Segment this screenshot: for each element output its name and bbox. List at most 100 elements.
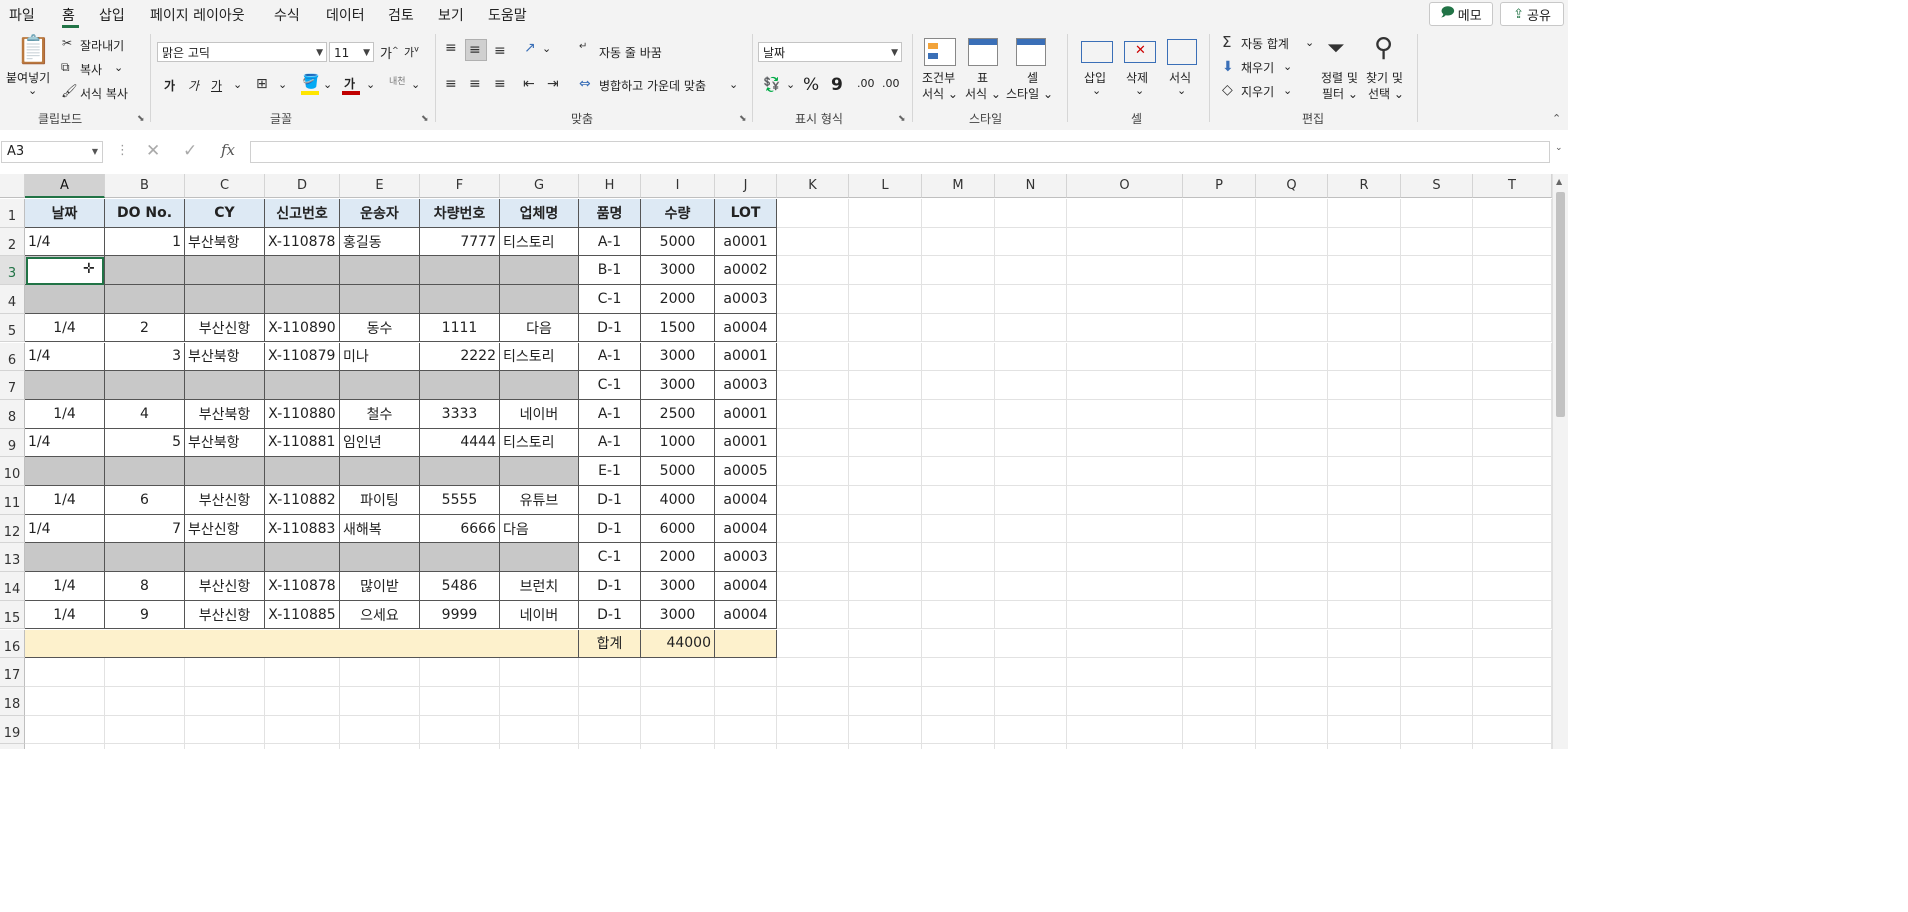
- row-header-4[interactable]: 4: [0, 285, 25, 314]
- cell-m6[interactable]: [922, 342, 995, 372]
- cell-d17[interactable]: [265, 658, 340, 687]
- cell-j9[interactable]: a0001: [715, 428, 777, 458]
- column-header-r[interactable]: R: [1328, 174, 1401, 198]
- find-select-button[interactable]: 찾기 및: [1366, 69, 1403, 86]
- cell-t17[interactable]: [1473, 658, 1552, 687]
- font-color-button[interactable]: 가: [344, 75, 355, 92]
- orientation-dropdown-icon[interactable]: ⌄: [542, 42, 551, 55]
- cell-p15[interactable]: [1183, 600, 1256, 630]
- cell-l9[interactable]: [849, 428, 922, 458]
- cell-j17[interactable]: [715, 658, 777, 687]
- cell-e15[interactable]: 으세요: [340, 600, 420, 630]
- cell-a11[interactable]: 1/4: [25, 486, 105, 515]
- cell-p6[interactable]: [1183, 342, 1256, 372]
- cell-q18[interactable]: [1256, 686, 1328, 716]
- cell-e4[interactable]: [340, 285, 420, 314]
- cell-p10[interactable]: [1183, 457, 1256, 486]
- share-button[interactable]: ⇪ 공유: [1500, 2, 1564, 26]
- fill-dropdown-icon[interactable]: ⌄: [323, 78, 332, 91]
- cell-m5[interactable]: [922, 313, 995, 343]
- column-header-l[interactable]: L: [849, 174, 922, 198]
- cell-g9[interactable]: 티스토리: [500, 428, 579, 458]
- cell-l18[interactable]: [849, 686, 922, 716]
- cell-e1[interactable]: 운송자: [340, 199, 420, 228]
- cell-b10[interactable]: [105, 457, 185, 486]
- cell-s20[interactable]: [1401, 744, 1473, 749]
- copy-dropdown-icon[interactable]: ⌄: [114, 61, 123, 74]
- cell-r18[interactable]: [1328, 686, 1401, 716]
- paste-dropdown-icon[interactable]: ⌄: [28, 84, 37, 97]
- merge-center-button[interactable]: 병합하고 가운데 맞춤: [599, 77, 706, 94]
- cell-n8[interactable]: [995, 399, 1067, 429]
- cell-f15[interactable]: 9999: [420, 600, 500, 630]
- cell-a8[interactable]: 1/4: [25, 399, 105, 429]
- cell-o13[interactable]: [1067, 543, 1183, 573]
- cell-d4[interactable]: [265, 285, 340, 314]
- cell-q10[interactable]: [1256, 457, 1328, 486]
- cell-c2[interactable]: 부산북항: [185, 227, 265, 257]
- cell-g12[interactable]: 다음: [500, 514, 579, 544]
- cell-l14[interactable]: [849, 572, 922, 601]
- cell-r3[interactable]: [1328, 256, 1401, 286]
- cell-a13[interactable]: [25, 543, 105, 573]
- cell-h8[interactable]: A-1: [579, 399, 641, 429]
- cell-b19[interactable]: [105, 715, 185, 745]
- cell-d20[interactable]: [265, 744, 340, 749]
- cell-p12[interactable]: [1183, 514, 1256, 544]
- cell-g17[interactable]: [500, 658, 579, 687]
- cell-q16[interactable]: [1256, 629, 1328, 659]
- cell-c6[interactable]: 부산북항: [185, 342, 265, 372]
- cell-r15[interactable]: [1328, 600, 1401, 630]
- cell-h3[interactable]: B-1: [579, 256, 641, 286]
- cell-a14[interactable]: 1/4: [25, 572, 105, 601]
- cell-r1[interactable]: [1328, 199, 1401, 228]
- conditional-format-button[interactable]: 조건부: [922, 69, 955, 86]
- row-header-2[interactable]: 2: [0, 227, 25, 257]
- align-right-icon[interactable]: ≡: [494, 77, 506, 91]
- cell-b7[interactable]: [105, 371, 185, 400]
- border-icon[interactable]: ⊞: [256, 77, 268, 91]
- grow-font-button[interactable]: 가^: [380, 43, 399, 62]
- cell-t8[interactable]: [1473, 399, 1552, 429]
- cell-t19[interactable]: [1473, 715, 1552, 745]
- cell-e12[interactable]: 새해복: [340, 514, 420, 544]
- cell-d8[interactable]: X-110880: [265, 399, 340, 429]
- cell-r12[interactable]: [1328, 514, 1401, 544]
- currency-dropdown-icon[interactable]: ⌄: [786, 78, 795, 91]
- cell-c15[interactable]: 부산신항: [185, 600, 265, 630]
- worksheet-grid[interactable]: A B C D E F G H I J K L M N O P Q R S T 1 2 3 4 5 6 7 8 9 10 11 12 13 14 1…: [0, 174, 1552, 749]
- find-select-label2[interactable]: 선택 ⌄: [1368, 85, 1404, 102]
- cell-t16[interactable]: [1473, 629, 1552, 659]
- cell-n15[interactable]: [995, 600, 1067, 630]
- cell-j4[interactable]: a0003: [715, 285, 777, 314]
- cell-l13[interactable]: [849, 543, 922, 573]
- cell-f6[interactable]: 2222: [420, 342, 500, 372]
- cell-b2[interactable]: 1: [105, 227, 185, 257]
- cell-k13[interactable]: [777, 543, 849, 573]
- cell-g18[interactable]: [500, 686, 579, 716]
- memo-button[interactable]: 🗩 메모: [1429, 2, 1493, 26]
- cell-m2[interactable]: [922, 227, 995, 257]
- cell-a12[interactable]: 1/4: [25, 514, 105, 544]
- cell-h20[interactable]: [579, 744, 641, 749]
- cell-c10[interactable]: [185, 457, 265, 486]
- cell-d14[interactable]: X-110878: [265, 572, 340, 601]
- cell-c3[interactable]: [185, 256, 265, 286]
- cell-r5[interactable]: [1328, 313, 1401, 343]
- cell-j3[interactable]: a0002: [715, 256, 777, 286]
- cell-n1[interactable]: [995, 199, 1067, 228]
- cell-s7[interactable]: [1401, 371, 1473, 400]
- cell-p16[interactable]: [1183, 629, 1256, 659]
- cell-d1[interactable]: 신고번호: [265, 199, 340, 228]
- cell-r10[interactable]: [1328, 457, 1401, 486]
- row-header-10[interactable]: 10: [0, 457, 25, 486]
- cell-r6[interactable]: [1328, 342, 1401, 372]
- cell-j14[interactable]: a0004: [715, 572, 777, 601]
- copy-button[interactable]: 복사: [80, 61, 102, 78]
- autosum-button[interactable]: 자동 합계: [1241, 35, 1289, 52]
- cell-g7[interactable]: [500, 371, 579, 400]
- cell-b3[interactable]: [105, 256, 185, 286]
- cell-t5[interactable]: [1473, 313, 1552, 343]
- cell-i11[interactable]: 4000: [641, 486, 715, 515]
- more-options-icon[interactable]: ⋮: [116, 143, 129, 158]
